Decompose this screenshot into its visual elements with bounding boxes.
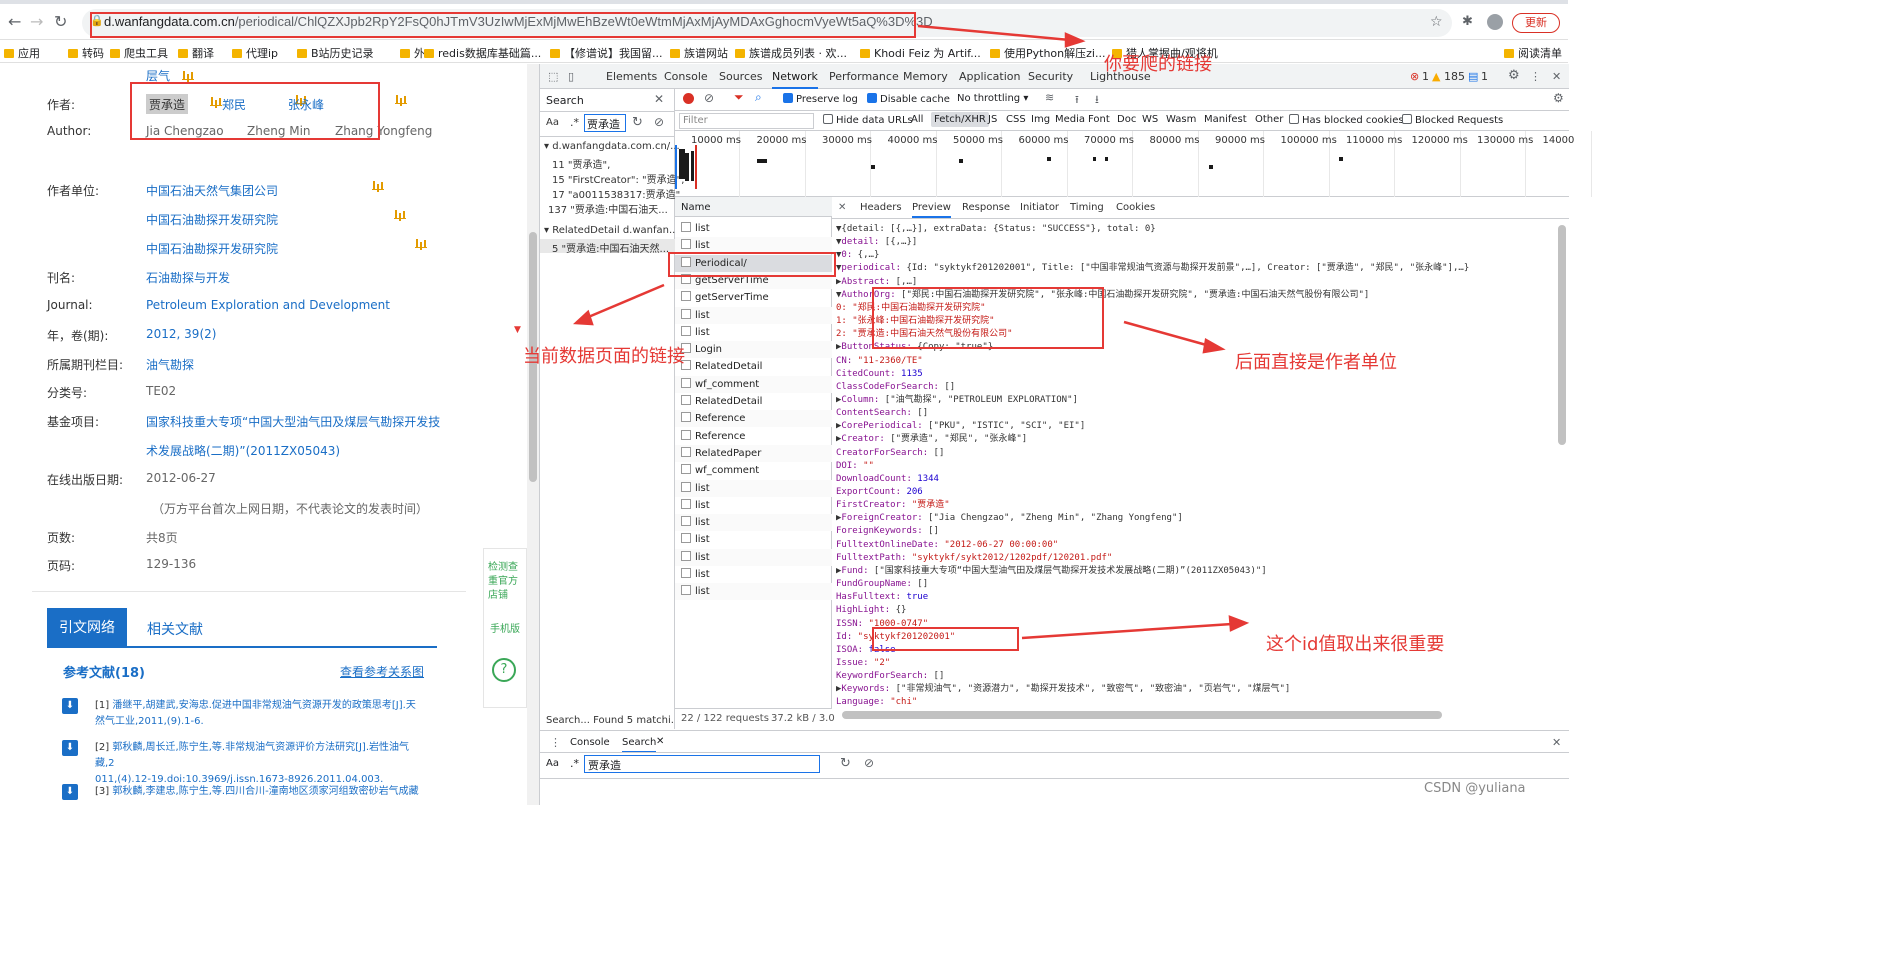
arrow-head (572, 309, 594, 326)
arrow-head (1202, 338, 1226, 354)
annotation-arrows (572, 24, 1250, 640)
arrow-line (1021, 622, 1233, 640)
annotation-author-org: 后面直接是作者单位 (1235, 352, 1397, 373)
annotation-id-note: 这个id值取出来很重要 (1266, 634, 1445, 655)
arrow-head (1228, 615, 1250, 632)
arrow-line (1123, 320, 1211, 348)
timeline-gridline (1590, 131, 1592, 197)
arrow-line (917, 24, 1071, 42)
arrow-head (1064, 32, 1086, 48)
watermark: CSDN @yuliana (1424, 781, 1526, 796)
annotation-current-link: 当前数据页面的链接 (523, 346, 685, 367)
annotation-crawl-link: 你要爬的链接 (1104, 54, 1212, 75)
arrow-line (585, 283, 665, 320)
